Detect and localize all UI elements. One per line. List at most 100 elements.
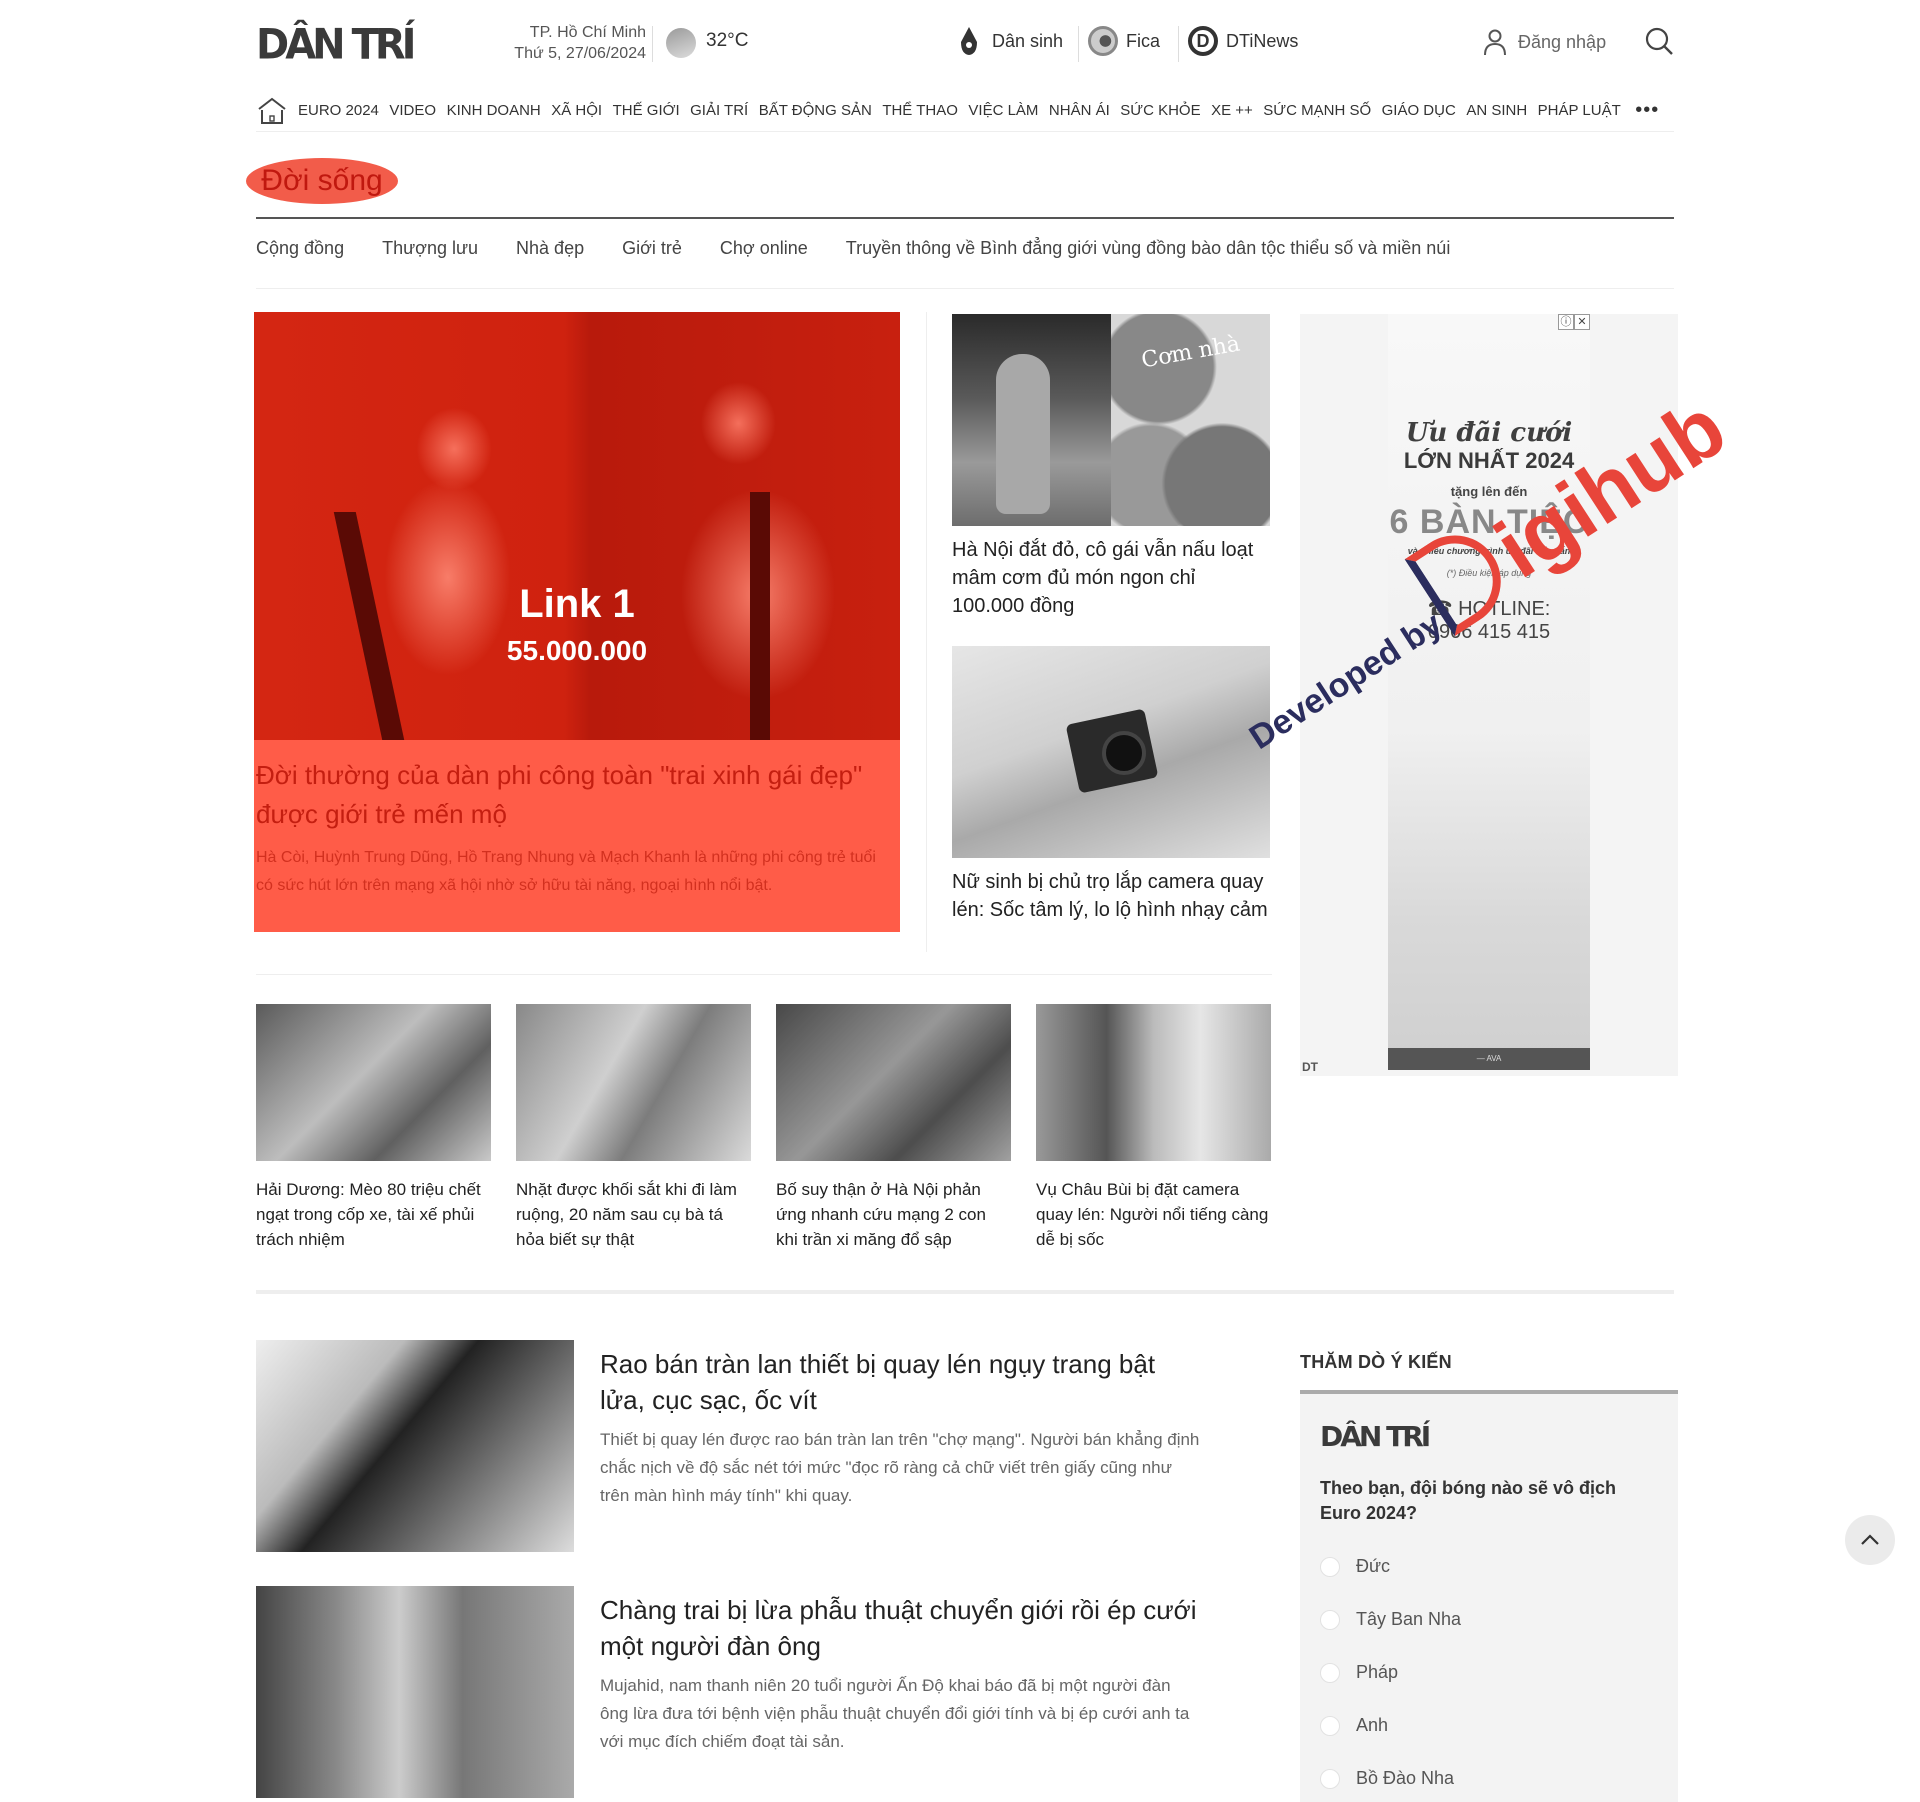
nav-item-xe[interactable]: XE ++ — [1211, 102, 1253, 119]
ad-headline: Ưu đãi cưới — [1405, 418, 1573, 448]
grid-story[interactable]: Hải Dương: Mèo 80 triệu chết ngạt trong … — [256, 1004, 491, 1252]
ad-banner[interactable]: ⓘ ✕ Ưu đãi cưới LỚN NHẤT 2024 tặng lên đ… — [1388, 314, 1590, 1070]
search-icon[interactable] — [1644, 26, 1674, 56]
grid-story[interactable]: Nhặt được khối sắt khi đi làm ruộng, 20 … — [516, 1004, 751, 1252]
grid-story[interactable]: Vụ Châu Bùi bị đặt camera quay lén: Ngườ… — [1036, 1004, 1271, 1252]
home-icon[interactable] — [256, 96, 288, 126]
side-story-image[interactable]: Cơm nhà — [952, 314, 1270, 526]
subnav-item-nha-dep[interactable]: Nhà đẹp — [516, 238, 584, 259]
ad-footer: — AVA — [1388, 1048, 1590, 1070]
subnav-item-thuong-luu[interactable]: Thượng lưu — [382, 238, 478, 259]
list-story-image[interactable] — [256, 1586, 574, 1798]
radio-button[interactable] — [1320, 1662, 1340, 1683]
divider — [256, 217, 1674, 219]
ad-text: và nhiều chương trình ưu đãi hấp dẫn — [1407, 546, 1571, 556]
featured-title[interactable]: Đời thường của dàn phi công toàn "trai x… — [256, 756, 876, 834]
radio-button[interactable] — [1320, 1768, 1340, 1789]
date-label: Thứ 5, 27/06/2024 — [514, 45, 646, 62]
grid-story-title[interactable]: Nhặt được khối sắt khi đi làm ruộng, 20 … — [516, 1177, 751, 1252]
side-story-title[interactable]: Hà Nội đắt đỏ, cô gái vẫn nấu loạt mâm c… — [952, 536, 1270, 620]
featured-sapo: Hà Còi, Huỳnh Trung Dũng, Hồ Trang Nhung… — [256, 849, 876, 894]
category-title[interactable]: Đời sống — [261, 164, 382, 198]
poll-option[interactable]: Tây Ban Nha — [1320, 1609, 1461, 1630]
subnav-item-binh-dang-gioi[interactable]: Truyền thông về Bình đẳng giới vùng đồng… — [846, 238, 1451, 259]
subnav-item-cho-online[interactable]: Chợ online — [720, 238, 808, 259]
divider — [926, 312, 927, 952]
subnav-item-cong-dong[interactable]: Cộng đồng — [256, 238, 344, 259]
ad-controls: ⓘ ✕ — [1558, 314, 1590, 330]
poll-option[interactable]: Anh — [1320, 1715, 1388, 1736]
scroll-to-top-button[interactable] — [1845, 1515, 1895, 1565]
temperature: 32°C — [706, 30, 749, 51]
nav-item-giai-tri[interactable]: GIẢI TRÍ — [690, 102, 748, 119]
nav-item-suc-manh-so[interactable]: SỨC MẠNH SỐ — [1263, 102, 1371, 119]
poll-option[interactable]: Bồ Đào Nha — [1320, 1768, 1454, 1789]
brand-link-fica[interactable]: Fica — [1088, 26, 1160, 56]
radio-button[interactable] — [1320, 1715, 1340, 1736]
poll-option-label: Bồ Đào Nha — [1356, 1768, 1455, 1788]
advertisement[interactable]: ⓘ ✕ Ưu đãi cưới LỚN NHẤT 2024 tặng lên đ… — [1300, 314, 1678, 1076]
nav-item-kinh-doanh[interactable]: KINH DOANH — [447, 102, 541, 119]
nav-item-an-sinh[interactable]: AN SINH — [1466, 102, 1527, 119]
brand-label: Dân sinh — [992, 30, 1064, 51]
sub-nav: Cộng đồng Thượng lưu Nhà đẹp Giới trẻ Ch… — [256, 234, 1488, 262]
nav-item-video[interactable]: VIDEO — [389, 102, 436, 119]
featured-article[interactable]: Link 1 55.000.000 Đời thường của dàn phi… — [254, 312, 900, 932]
divider — [256, 974, 1272, 975]
nav-item-nhan-ai[interactable]: NHÂN ÁI — [1049, 102, 1110, 119]
info-icon[interactable]: ⓘ — [1558, 314, 1574, 330]
side-story[interactable]: Cơm nhà Hà Nội đắt đỏ, cô gái vẫn nấu lo… — [952, 314, 1270, 620]
nav-item-the-gioi[interactable]: THẾ GIỚI — [613, 102, 680, 119]
list-story[interactable]: Rao bán tràn lan thiết bị quay lén ngụy … — [256, 1340, 1206, 1552]
nav-item-bat-dong-san[interactable]: BẤT ĐỘNG SẢN — [759, 102, 872, 119]
grid-story[interactable]: Bố suy thận ở Hà Nội phản ứng nhanh cứu … — [776, 1004, 1011, 1252]
list-story-title[interactable]: Chàng trai bị lừa phẫu thuật chuyển giới… — [600, 1592, 1200, 1664]
nav-item-the-thao[interactable]: THỂ THAO — [882, 102, 958, 119]
ad-text: tặng lên đến — [1450, 484, 1528, 499]
poll-option[interactable]: Đức — [1320, 1556, 1390, 1577]
location-label: TP. Hồ Chí Minh — [529, 24, 646, 41]
poll-option[interactable]: Pháp — [1320, 1662, 1398, 1683]
close-icon[interactable]: ✕ — [1574, 314, 1590, 330]
login-label: Đăng nhập — [1518, 31, 1607, 52]
overlay-link-label[interactable]: Link 1 — [254, 582, 900, 627]
grid-story-title[interactable]: Vụ Châu Bùi bị đặt camera quay lén: Ngườ… — [1036, 1177, 1271, 1252]
ad-subheadline: LỚN NHẤT 2024 — [1403, 448, 1575, 473]
featured-image[interactable]: Link 1 55.000.000 — [254, 312, 900, 740]
login-button[interactable]: Đăng nhập — [1482, 28, 1606, 56]
nav-item-giao-duc[interactable]: GIÁO DỤC — [1382, 102, 1456, 119]
list-story-image[interactable] — [256, 1340, 574, 1552]
nav-item-euro-2024[interactable]: EURO 2024 — [298, 102, 379, 119]
list-story-title[interactable]: Rao bán tràn lan thiết bị quay lén ngụy … — [600, 1346, 1200, 1418]
nav-item-phap-luat[interactable]: PHÁP LUẬT — [1538, 102, 1621, 119]
poll-option-label: Anh — [1356, 1715, 1389, 1735]
nav-item-suc-khoe[interactable]: SỨC KHỎE — [1120, 102, 1200, 119]
grid-story-image[interactable] — [516, 1004, 751, 1161]
ad-offer: 6 BÀN TIỆC — [1389, 503, 1589, 541]
radio-button[interactable] — [1320, 1609, 1340, 1630]
ad-phone: 0906 415 415 — [1427, 621, 1551, 643]
grid-story-title[interactable]: Hải Dương: Mèo 80 triệu chết ngạt trong … — [256, 1177, 491, 1252]
more-menu-icon[interactable]: ••• — [1635, 99, 1659, 122]
cloud-sun-icon — [666, 28, 696, 58]
pen-nib-icon — [954, 26, 984, 56]
poll-widget: DÂN TRÍ Theo bạn, đội bóng nào sẽ vô địc… — [1300, 1390, 1678, 1802]
poll-option-label: Đức — [1356, 1556, 1391, 1576]
nav-item-viec-lam[interactable]: VIỆC LÀM — [968, 102, 1038, 119]
grid-story-image[interactable] — [776, 1004, 1011, 1161]
grid-story-title[interactable]: Bố suy thận ở Hà Nội phản ứng nhanh cứu … — [776, 1177, 1011, 1252]
brand-link-dtinews[interactable]: D DTiNews — [1188, 26, 1298, 56]
grid-story-image[interactable] — [256, 1004, 491, 1161]
brand-link-dan-sinh[interactable]: Dân sinh — [954, 26, 1063, 56]
subnav-item-gioi-tre[interactable]: Giới trẻ — [622, 238, 682, 259]
list-story-sapo: Thiết bị quay lén được rao bán tràn lan … — [600, 1430, 1200, 1505]
nav-item-xa-hoi[interactable]: XÃ HỘI — [551, 102, 602, 119]
side-story-image[interactable] — [952, 646, 1270, 858]
poll-option-label: Pháp — [1356, 1662, 1399, 1682]
side-story[interactable]: Nữ sinh bị chủ trọ lắp camera quay lén: … — [952, 646, 1270, 924]
side-story-title[interactable]: Nữ sinh bị chủ trọ lắp camera quay lén: … — [952, 868, 1270, 924]
site-logo[interactable]: DÂN TRÍ — [256, 21, 417, 69]
radio-button[interactable] — [1320, 1556, 1340, 1577]
grid-story-image[interactable] — [1036, 1004, 1271, 1161]
list-story[interactable]: Chàng trai bị lừa phẫu thuật chuyển giới… — [256, 1586, 1206, 1798]
